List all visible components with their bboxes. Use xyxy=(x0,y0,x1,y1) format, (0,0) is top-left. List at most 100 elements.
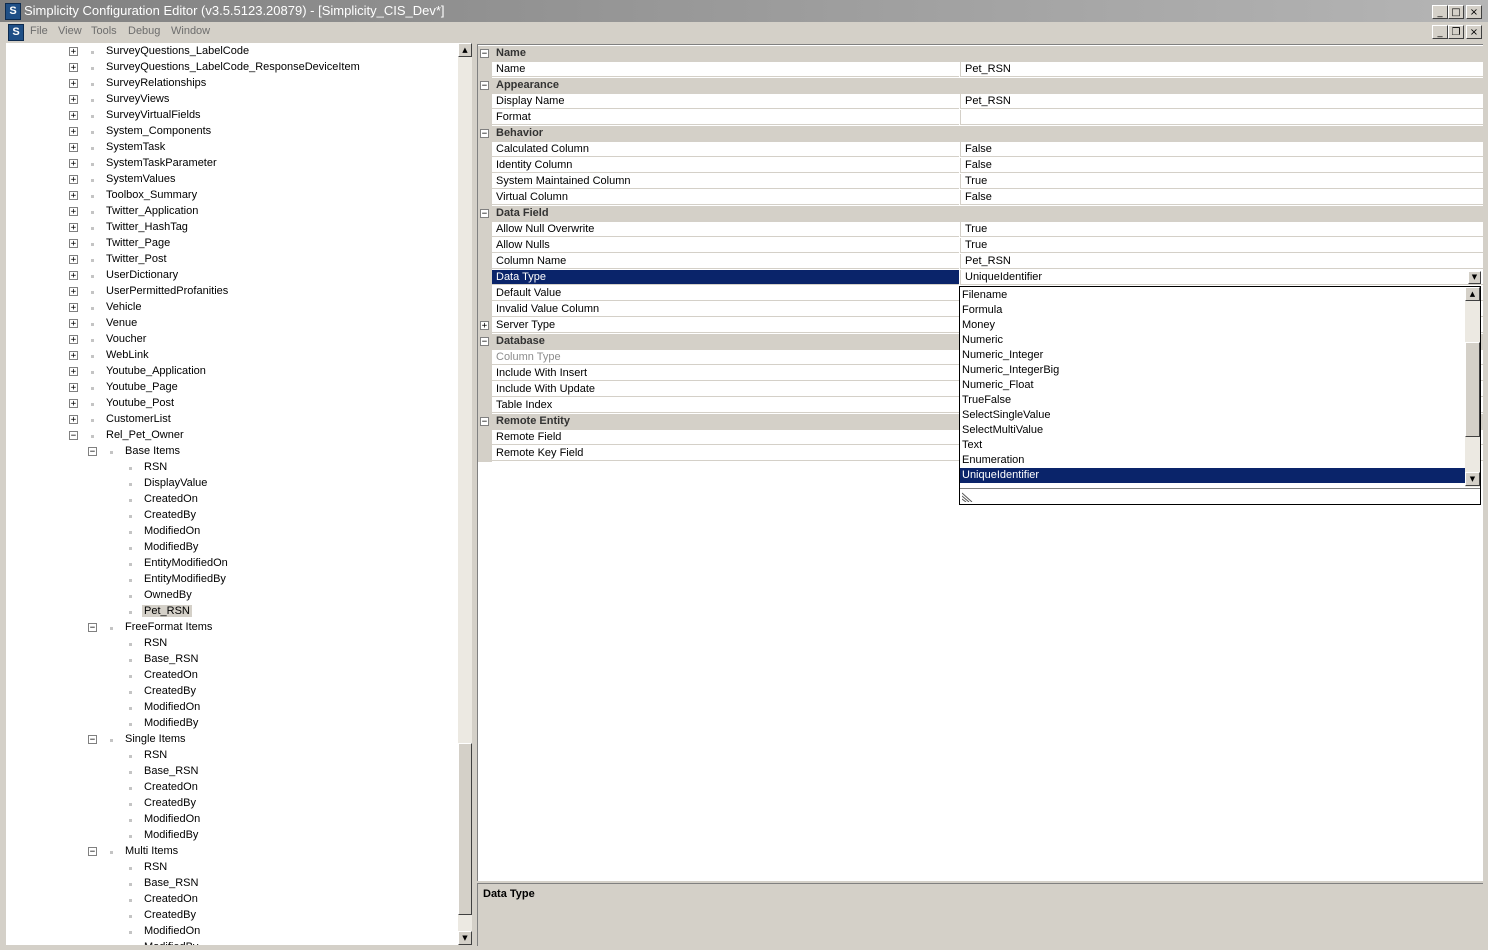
tree-node-label[interactable]: UserDictionary xyxy=(106,269,178,281)
property-name[interactable]: System Maintained Column xyxy=(492,174,959,189)
tree-node-createdon[interactable]: CreatedOn xyxy=(6,780,458,796)
property-name[interactable]: Allow Nulls xyxy=(492,238,959,253)
minimize-button[interactable]: _ xyxy=(1432,5,1448,19)
tree-node-twitter-application[interactable]: + Twitter_Application xyxy=(6,204,458,220)
option-numeric[interactable]: Numeric xyxy=(960,333,1465,348)
property-row-identity-column[interactable]: Identity Column False xyxy=(478,158,1483,174)
property-row-calculated-column[interactable]: Calculated Column False xyxy=(478,142,1483,158)
property-row-allow-null-overwrite[interactable]: Allow Null Overwrite True xyxy=(478,222,1483,238)
expand-plus-icon[interactable]: + xyxy=(69,207,78,217)
property-value[interactable]: UniqueIdentifier ▼ xyxy=(960,270,1483,285)
tree-node-label[interactable]: Toolbox_Summary xyxy=(106,189,197,201)
tree-node-label[interactable]: SystemTask xyxy=(106,141,165,153)
tree-node-createdby[interactable]: CreatedBy xyxy=(6,684,458,700)
property-name[interactable]: Identity Column xyxy=(492,158,959,173)
tree-node-vehicle[interactable]: + Vehicle xyxy=(6,300,458,316)
tree-node-label[interactable]: Twitter_HashTag xyxy=(106,221,188,233)
option-numeric-integer[interactable]: Numeric_Integer xyxy=(960,348,1465,363)
tree-node-rsn[interactable]: RSN xyxy=(6,636,458,652)
category-name[interactable]: − Name xyxy=(478,46,1483,62)
expand-plus-icon[interactable]: + xyxy=(69,255,78,265)
property-name[interactable]: Table Index xyxy=(492,398,959,413)
tree-node-multi-items[interactable]: − Multi Items xyxy=(6,844,458,860)
property-name[interactable]: Data Type xyxy=(492,270,959,285)
data-type-dropdown-list[interactable]: Filename Formula Money Numeric Numeric_Integ… xyxy=(959,286,1481,505)
property-value[interactable]: True xyxy=(960,238,1483,253)
option-truefalse[interactable]: TrueFalse xyxy=(960,393,1465,408)
option-text[interactable]: Text xyxy=(960,438,1465,453)
property-row-allow-nulls[interactable]: Allow Nulls True xyxy=(478,238,1483,254)
property-name[interactable]: Server Type xyxy=(492,318,959,333)
collapse-minus-icon[interactable]: − xyxy=(480,337,489,347)
expand-plus-icon[interactable]: + xyxy=(69,95,78,105)
property-value[interactable]: True xyxy=(960,174,1483,189)
tree-node-label[interactable]: CustomerList xyxy=(106,413,171,425)
property-name[interactable]: Include With Update xyxy=(492,382,959,397)
tree-node-entitymodifiedby[interactable]: EntityModifiedBy xyxy=(6,572,458,588)
expand-plus-icon[interactable]: + xyxy=(69,223,78,233)
property-name[interactable]: Invalid Value Column xyxy=(492,302,959,317)
entity-tree[interactable]: + SurveyQuestions_LabelCode + SurveyQuestio… xyxy=(6,43,458,945)
expand-plus-icon[interactable]: + xyxy=(69,159,78,169)
tree-node-modifiedby[interactable]: ModifiedBy xyxy=(6,828,458,844)
tree-node-label[interactable]: System_Components xyxy=(106,125,211,137)
tree-node-createdon[interactable]: CreatedOn xyxy=(6,492,458,508)
property-row-name[interactable]: Name Pet_RSN xyxy=(478,62,1483,78)
tree-node-youtube-post[interactable]: + Youtube_Post xyxy=(6,396,458,412)
tree-node-label[interactable]: EntityModifiedOn xyxy=(144,557,228,569)
tree-node-displayvalue[interactable]: DisplayValue xyxy=(6,476,458,492)
property-name[interactable]: Column Name xyxy=(492,254,959,269)
document-icon[interactable]: S xyxy=(8,24,24,41)
tree-node-label[interactable]: RSN xyxy=(144,637,167,649)
expand-plus-icon[interactable]: + xyxy=(69,271,78,281)
tree-node-label[interactable]: Rel_Pet_Owner xyxy=(106,429,184,441)
property-name[interactable]: Allow Null Overwrite xyxy=(492,222,959,237)
option-enumeration[interactable]: Enumeration xyxy=(960,453,1465,468)
dropdown-arrow-icon[interactable]: ▼ xyxy=(1468,271,1481,284)
tree-node-base-items[interactable]: − Base Items xyxy=(6,444,458,460)
tree-node-ownedby[interactable]: OwnedBy xyxy=(6,588,458,604)
tree-node-modifiedon[interactable]: ModifiedOn xyxy=(6,524,458,540)
collapse-minus-icon[interactable]: − xyxy=(480,49,489,59)
tree-node-label[interactable]: CreatedOn xyxy=(144,893,198,905)
collapse-minus-icon[interactable]: − xyxy=(88,735,97,745)
property-row-system-maintained-column[interactable]: System Maintained Column True xyxy=(478,174,1483,190)
tree-node-label[interactable]: Base_RSN xyxy=(144,653,198,665)
tree-node-systemvalues[interactable]: + SystemValues xyxy=(6,172,458,188)
property-name[interactable]: Include With Insert xyxy=(492,366,959,381)
tree-node-systemtask[interactable]: + SystemTask xyxy=(6,140,458,156)
tree-node-label[interactable]: SystemTaskParameter xyxy=(106,157,217,169)
property-value[interactable]: False xyxy=(960,142,1483,157)
tree-node-customerlist[interactable]: + CustomerList xyxy=(6,412,458,428)
tree-node-surveyvirtualfields[interactable]: + SurveyVirtualFields xyxy=(6,108,458,124)
dropdown-scroll-thumb[interactable] xyxy=(1465,342,1480,437)
tree-node-label[interactable]: Youtube_Page xyxy=(106,381,178,393)
expand-plus-icon[interactable]: + xyxy=(69,303,78,313)
close-button[interactable]: × xyxy=(1466,5,1482,19)
property-name[interactable]: Display Name xyxy=(492,94,959,109)
property-value[interactable]: Pet_RSN xyxy=(960,94,1483,109)
tree-node-createdby[interactable]: CreatedBy xyxy=(6,908,458,924)
property-value[interactable] xyxy=(960,110,1483,125)
property-value[interactable]: Pet_RSN xyxy=(960,254,1483,269)
collapse-minus-icon[interactable]: − xyxy=(480,417,489,427)
collapse-minus-icon[interactable]: − xyxy=(88,447,97,457)
option-formula[interactable]: Formula xyxy=(960,303,1465,318)
tree-node-label[interactable]: ModifiedOn xyxy=(144,925,200,937)
tree-node-modifiedon[interactable]: ModifiedOn xyxy=(6,700,458,716)
property-value[interactable]: False xyxy=(960,190,1483,205)
scroll-up-arrow-icon[interactable]: ▲ xyxy=(458,43,472,57)
property-row-virtual-column[interactable]: Virtual Column False xyxy=(478,190,1483,206)
expand-plus-icon[interactable]: + xyxy=(69,63,78,73)
tree-node-rsn[interactable]: RSN xyxy=(6,748,458,764)
property-name[interactable]: Remote Field xyxy=(492,430,959,445)
property-value[interactable]: True xyxy=(960,222,1483,237)
expand-plus-icon[interactable]: + xyxy=(69,47,78,57)
tree-node-label[interactable]: CreatedBy xyxy=(144,685,196,697)
property-name[interactable]: Format xyxy=(492,110,959,125)
tree-node-label[interactable]: SurveyQuestions_LabelCode xyxy=(106,45,249,57)
expand-plus-icon[interactable]: + xyxy=(69,351,78,361)
option-selectmultivalue[interactable]: SelectMultiValue xyxy=(960,423,1465,438)
expand-plus-icon[interactable]: + xyxy=(69,191,78,201)
tree-node-label[interactable]: SurveyQuestions_LabelCode_ResponseDevice… xyxy=(106,61,360,73)
